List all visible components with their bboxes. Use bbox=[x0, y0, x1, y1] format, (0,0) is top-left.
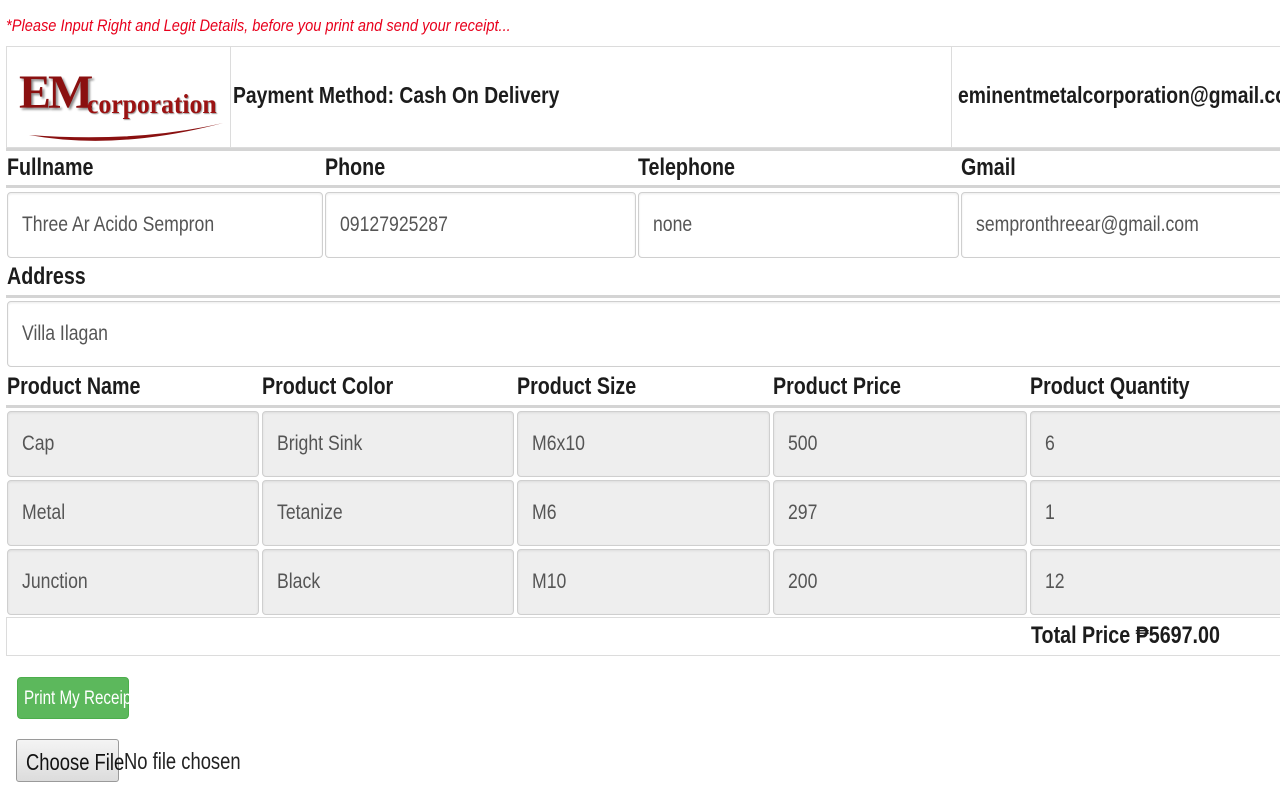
cell-value: Junction bbox=[22, 570, 88, 593]
file-status-text: No file chosen bbox=[124, 748, 241, 774]
cell-value: 12 bbox=[1045, 570, 1065, 593]
fullname-field[interactable]: Three Ar Acido Sempron bbox=[7, 192, 323, 258]
telephone-value: none bbox=[653, 213, 693, 236]
fullname-label: Fullname bbox=[7, 154, 94, 181]
product-quantity-cell[interactable]: 1 bbox=[1030, 480, 1280, 546]
product-color-cell[interactable]: Bright Sink bbox=[262, 411, 514, 477]
product-size-cell[interactable]: M6x10 bbox=[517, 411, 770, 477]
product-price-cell[interactable]: 200 bbox=[773, 549, 1027, 615]
cell-value: 1 bbox=[1045, 501, 1055, 524]
receipt-header: EM corporation Payment Method: Cash On D… bbox=[6, 46, 1280, 148]
product-size-cell[interactable]: M6 bbox=[517, 480, 770, 546]
phone-field[interactable]: 09127925287 bbox=[325, 192, 636, 258]
divider bbox=[6, 148, 1280, 151]
product-price-cell[interactable]: 500 bbox=[773, 411, 1027, 477]
product-size-header: Product Size bbox=[517, 373, 637, 400]
product-price-cell[interactable]: 297 bbox=[773, 480, 1027, 546]
cell-value: 200 bbox=[788, 570, 818, 593]
logo-em: EM bbox=[19, 66, 93, 119]
gmail-value: sempronthreear@gmail.com bbox=[976, 213, 1199, 236]
address-value: Villa Ilagan bbox=[22, 322, 108, 345]
choose-file-button[interactable]: Choose File bbox=[16, 739, 124, 782]
gmail-field[interactable]: sempronthreear@gmail.com bbox=[961, 192, 1280, 258]
print-receipt-button[interactable]: Print My Receipt bbox=[17, 677, 136, 719]
phone-value: 09127925287 bbox=[340, 213, 448, 236]
cell-value: 297 bbox=[788, 501, 818, 524]
telephone-field[interactable]: none bbox=[638, 192, 959, 258]
company-logo: EM corporation bbox=[7, 47, 231, 147]
total-row: Total Price ₱5697.00 bbox=[6, 617, 1280, 656]
divider bbox=[6, 185, 1280, 188]
cell-value: Tetanize bbox=[277, 501, 343, 524]
choose-file-label: Choose File bbox=[26, 749, 125, 775]
cell-value: Metal bbox=[22, 501, 66, 524]
phone-label: Phone bbox=[325, 154, 386, 181]
product-quantity-header: Product Quantity bbox=[1030, 373, 1190, 400]
company-email-cell: eminentmetalcorporation@gmail.com bbox=[951, 47, 1280, 147]
cell-value: Bright Sink bbox=[277, 432, 363, 455]
cell-value: Black bbox=[277, 570, 321, 593]
logo-corporation: corporation bbox=[87, 89, 217, 119]
product-color-cell[interactable]: Black bbox=[262, 549, 514, 615]
address-field[interactable]: Villa Ilagan bbox=[7, 301, 1280, 367]
gmail-label: Gmail bbox=[961, 154, 1016, 181]
product-name-cell[interactable]: Cap bbox=[7, 411, 259, 477]
product-price-header: Product Price bbox=[773, 373, 901, 400]
cell-value: M6x10 bbox=[532, 432, 585, 455]
logo-swoosh-icon bbox=[29, 123, 223, 141]
print-receipt-label: Print My Receipt bbox=[24, 688, 136, 709]
total-price: Total Price ₱5697.00 bbox=[1031, 622, 1220, 649]
address-label: Address bbox=[7, 263, 86, 290]
notice-text: *Please Input Right and Legit Details, b… bbox=[6, 16, 511, 35]
company-email: eminentmetalcorporation@gmail.com bbox=[958, 82, 1280, 108]
product-quantity-cell[interactable]: 6 bbox=[1030, 411, 1280, 477]
cell-value: 6 bbox=[1045, 432, 1055, 455]
product-color-cell[interactable]: Tetanize bbox=[262, 480, 514, 546]
cell-value: Cap bbox=[22, 432, 55, 455]
product-quantity-cell[interactable]: 12 bbox=[1030, 549, 1280, 615]
product-name-cell[interactable]: Junction bbox=[7, 549, 259, 615]
divider bbox=[6, 405, 1280, 408]
telephone-label: Telephone bbox=[638, 154, 735, 181]
product-name-header: Product Name bbox=[7, 373, 141, 400]
divider bbox=[6, 295, 1280, 298]
cell-value: M10 bbox=[532, 570, 567, 593]
product-size-cell[interactable]: M10 bbox=[517, 549, 770, 615]
fullname-value: Three Ar Acido Sempron bbox=[22, 213, 215, 236]
cell-value: 500 bbox=[788, 432, 818, 455]
cell-value: M6 bbox=[532, 501, 557, 524]
payment-method: Payment Method: Cash On Delivery bbox=[233, 82, 560, 108]
product-name-cell[interactable]: Metal bbox=[7, 480, 259, 546]
product-color-header: Product Color bbox=[262, 373, 394, 400]
